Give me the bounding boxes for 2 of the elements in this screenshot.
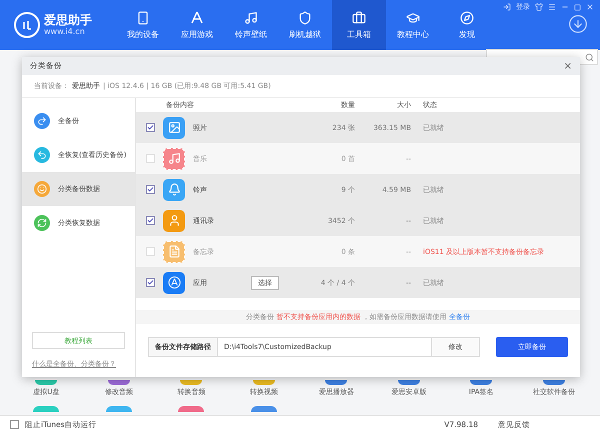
logo-url: www.i4.cn bbox=[44, 27, 86, 37]
logo-name: 爱思助手 bbox=[44, 13, 92, 27]
